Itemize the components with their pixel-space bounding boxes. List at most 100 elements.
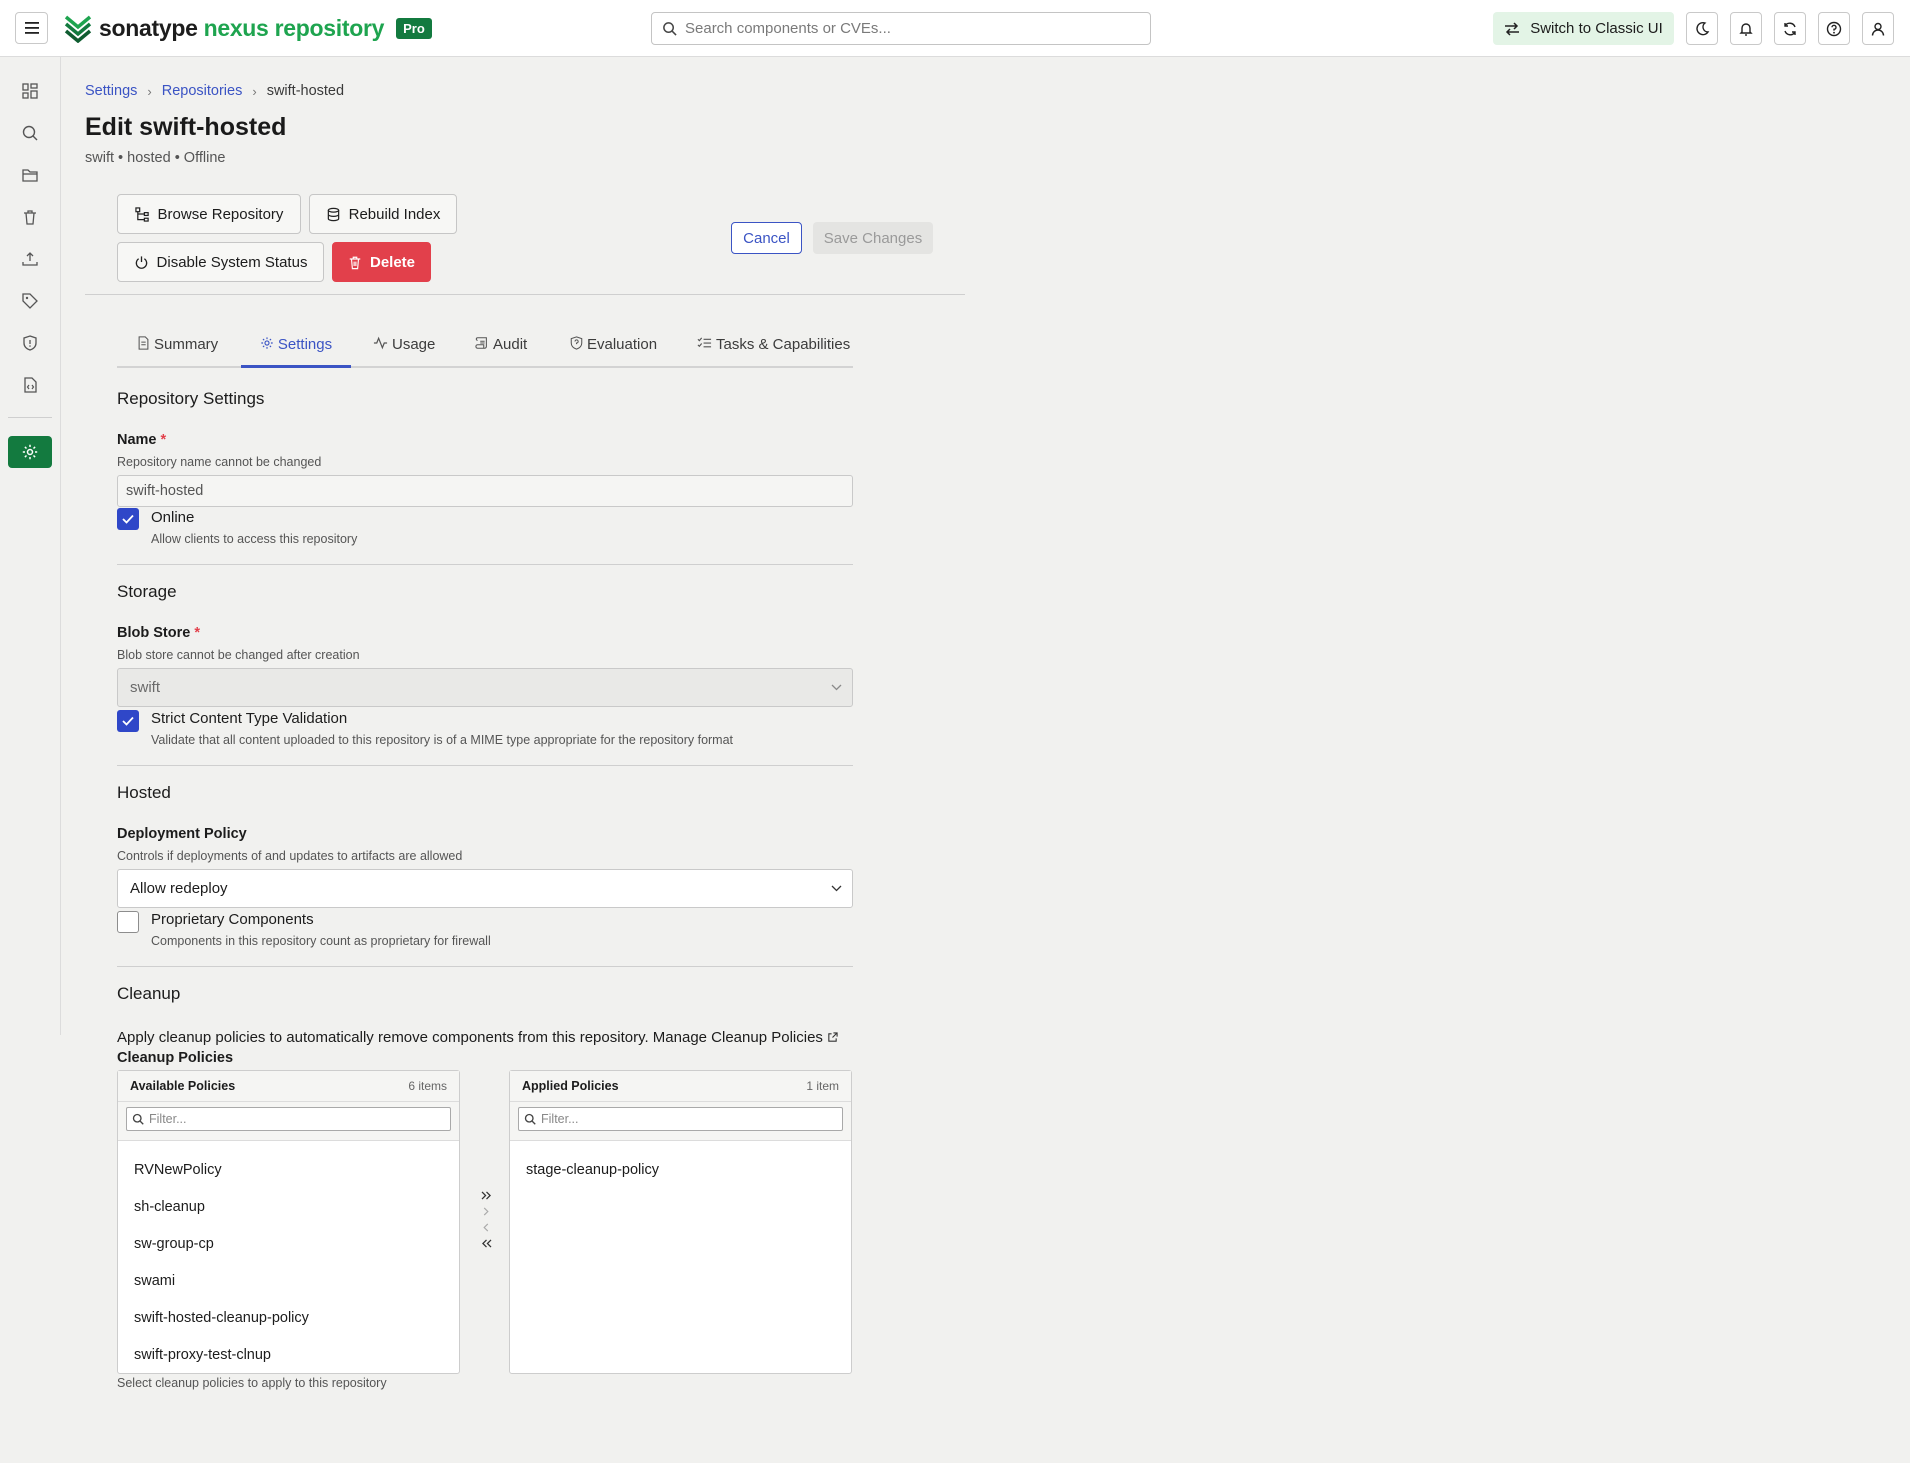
nav-search[interactable] bbox=[18, 121, 42, 145]
deployment-policy-value: Allow redeploy bbox=[130, 880, 228, 897]
browse-repository-button[interactable]: Browse Repository bbox=[117, 194, 301, 234]
delete-button[interactable]: Delete bbox=[332, 242, 431, 282]
strict-content-label: Strict Content Type Validation bbox=[151, 710, 348, 727]
save-changes-button[interactable]: Save Changes bbox=[813, 222, 933, 254]
section-cleanup: Cleanup bbox=[117, 984, 181, 1003]
nav-trash[interactable] bbox=[18, 205, 42, 229]
disable-system-status-button[interactable]: Disable System Status bbox=[117, 242, 324, 282]
upload-icon bbox=[22, 252, 38, 266]
notifications-button[interactable] bbox=[1730, 12, 1762, 45]
search-icon bbox=[524, 1113, 536, 1125]
chevron-right-icon: › bbox=[252, 83, 257, 99]
global-search[interactable] bbox=[651, 12, 1151, 45]
proprietary-components-checkbox[interactable] bbox=[117, 911, 139, 933]
breadcrumb-repositories[interactable]: Repositories bbox=[162, 83, 243, 99]
online-checkbox[interactable] bbox=[117, 508, 139, 530]
list-item[interactable]: swami bbox=[118, 1262, 459, 1299]
required-marker: * bbox=[194, 625, 200, 641]
available-filter-input[interactable] bbox=[149, 1112, 439, 1126]
move-all-right-button[interactable] bbox=[476, 1187, 496, 1203]
switch-classic-ui-button[interactable]: Switch to Classic UI bbox=[1493, 12, 1674, 45]
bell-icon bbox=[1739, 22, 1753, 36]
available-filter-wrap bbox=[118, 1102, 459, 1141]
move-right-button[interactable] bbox=[476, 1203, 496, 1219]
available-policies-header: Available Policies 6 items bbox=[118, 1071, 459, 1102]
nav-settings[interactable] bbox=[8, 436, 52, 468]
applied-filter-input[interactable] bbox=[541, 1112, 831, 1126]
user-menu-button[interactable] bbox=[1862, 12, 1894, 45]
move-left-button[interactable] bbox=[476, 1219, 496, 1235]
nav-tags[interactable] bbox=[18, 289, 42, 313]
menu-button[interactable] bbox=[15, 12, 48, 44]
list-item[interactable]: sw-group-cp bbox=[118, 1225, 459, 1262]
rail-divider bbox=[8, 417, 52, 418]
search-input[interactable] bbox=[685, 20, 1125, 37]
checkmark-icon bbox=[122, 514, 134, 524]
nav-api[interactable] bbox=[18, 373, 42, 397]
edition-badge: Pro bbox=[396, 17, 432, 39]
list-item[interactable]: swift-proxy-test-clnup bbox=[118, 1336, 459, 1373]
deployment-policy-select[interactable]: Allow redeploy bbox=[117, 869, 853, 908]
tab-usage[interactable]: Usage bbox=[373, 332, 435, 368]
required-marker: * bbox=[160, 432, 167, 448]
name-input[interactable] bbox=[117, 475, 853, 507]
available-filter[interactable] bbox=[126, 1107, 451, 1131]
applied-policies-title: Applied Policies bbox=[522, 1079, 619, 1093]
page-title: Edit swift-hosted bbox=[85, 113, 287, 141]
tag-icon bbox=[22, 293, 38, 309]
cleanup-description-text[interactable]: Apply cleanup policies to automatically … bbox=[117, 1029, 823, 1046]
breadcrumb-settings[interactable]: Settings bbox=[85, 83, 137, 99]
nav-upload[interactable] bbox=[18, 247, 42, 271]
available-policies-title: Available Policies bbox=[130, 1079, 236, 1093]
name-field-label: Name * bbox=[117, 432, 167, 448]
tab-settings[interactable]: Settings bbox=[241, 332, 351, 368]
power-icon bbox=[135, 255, 147, 269]
rebuild-index-button[interactable]: Rebuild Index bbox=[309, 194, 457, 234]
chevron-right-icon bbox=[483, 1206, 489, 1216]
left-nav-rail bbox=[0, 57, 61, 1035]
chevron-down-icon bbox=[831, 885, 842, 892]
online-help: Allow clients to access this repository bbox=[151, 532, 358, 546]
transfer-controls bbox=[476, 1187, 496, 1251]
refresh-button[interactable] bbox=[1774, 12, 1806, 45]
applied-filter-wrap bbox=[510, 1102, 851, 1141]
applied-policies-header: Applied Policies 1 item bbox=[510, 1071, 851, 1102]
brand-product: nexus repository bbox=[203, 14, 385, 41]
move-all-left-button[interactable] bbox=[476, 1235, 496, 1251]
list-item[interactable]: sh-cleanup bbox=[118, 1188, 459, 1225]
nav-security[interactable] bbox=[18, 331, 42, 355]
list-item[interactable]: swift-hosted-cleanup-policy bbox=[118, 1299, 459, 1336]
brand-logo[interactable]: sonatype nexus repository Pro bbox=[63, 12, 432, 44]
section-hosted: Hosted bbox=[117, 783, 171, 802]
strict-content-checkbox[interactable] bbox=[117, 710, 139, 732]
external-link-icon[interactable] bbox=[827, 1032, 838, 1043]
applied-filter[interactable] bbox=[518, 1107, 843, 1131]
chevron-left-icon bbox=[483, 1222, 489, 1232]
nav-dashboard[interactable] bbox=[18, 79, 42, 103]
section-divider bbox=[117, 765, 853, 766]
checkmark-icon bbox=[122, 716, 134, 726]
refresh-icon bbox=[1784, 22, 1796, 35]
sonatype-logo-icon bbox=[64, 15, 92, 43]
gear-icon bbox=[261, 337, 273, 349]
tab-summary[interactable]: Summary bbox=[137, 332, 218, 368]
blob-store-select[interactable]: swift bbox=[117, 668, 853, 707]
applied-policies-count: 1 item bbox=[806, 1079, 839, 1093]
list-item[interactable]: stage-cleanup-policy bbox=[510, 1151, 851, 1188]
theme-toggle-button[interactable] bbox=[1686, 12, 1718, 45]
nav-browse[interactable] bbox=[18, 163, 42, 187]
breadcrumb: Settings › Repositories › swift-hosted bbox=[85, 83, 344, 99]
delete-label: Delete bbox=[369, 253, 416, 271]
user-icon bbox=[1871, 22, 1885, 36]
trash-icon bbox=[349, 256, 361, 269]
tab-audit[interactable]: Audit bbox=[475, 332, 527, 368]
tab-evaluation[interactable]: Evaluation bbox=[570, 332, 657, 368]
cancel-button[interactable]: Cancel bbox=[731, 222, 802, 254]
database-icon bbox=[327, 207, 339, 221]
applied-policies-list: stage-cleanup-policy bbox=[510, 1141, 851, 1188]
swap-arrows-icon bbox=[1505, 21, 1520, 36]
tab-tasks-capabilities[interactable]: Tasks & Capabilities bbox=[697, 332, 850, 368]
help-button[interactable] bbox=[1818, 12, 1850, 45]
cleanup-policies-label: Cleanup Policies bbox=[117, 1050, 234, 1066]
list-item[interactable]: RVNewPolicy bbox=[118, 1151, 459, 1188]
